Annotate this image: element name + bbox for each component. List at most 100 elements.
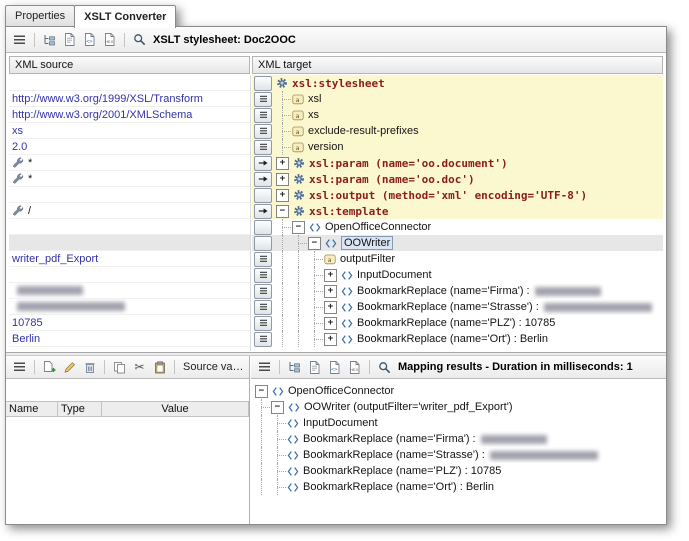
menu-icon[interactable] [256,359,273,376]
target-row[interactable]: +BookmarkReplace (name='Ort') : Berlin [252,331,663,347]
source-row[interactable] [9,299,250,315]
tab-properties[interactable]: Properties [5,5,75,26]
tree-node-label[interactable]: BookmarkReplace (name='PLZ') : 10785 [303,465,501,477]
source-row[interactable]: http://www.w3.org/2001/XMLSchema [9,107,250,123]
result-row[interactable]: BookmarkReplace (name='Strasse') : [255,447,663,463]
tree-node-label[interactable]: BookmarkReplace (name='Ort') : Berlin [357,333,548,345]
menu-icon[interactable] [11,359,28,376]
tree-icon[interactable] [286,359,303,376]
result-row[interactable]: BookmarkReplace (name='Firma') : [255,431,663,447]
target-row[interactable]: + xsl:output (method='xml' encoding='UTF-… [252,187,663,203]
target-row[interactable]: xsl:stylesheet [252,75,663,91]
tree-node-label[interactable]: exclude-result-prefixes [308,125,419,137]
mapping-connector-button[interactable] [254,220,272,235]
target-row[interactable]: + xsl:param (name='oo.doc') [252,171,663,187]
tree-icon[interactable] [41,31,58,48]
tree-node-label[interactable]: xsl:output (method='xml' encoding='UTF-8… [309,189,587,202]
column-header-name[interactable]: Name [6,402,58,416]
mapping-connector-button[interactable] [254,316,272,331]
mapping-connector-button[interactable] [254,92,272,107]
mapping-connector-button[interactable] [254,300,272,315]
tree-expander[interactable]: + [276,157,289,170]
paste-icon[interactable] [151,359,168,376]
source-row[interactable]: 10785 [9,315,250,331]
result-row[interactable]: − OpenOfficeConnector [255,383,663,399]
target-row[interactable]: axs [252,107,663,123]
tab-xslt-converter[interactable]: XSLT Converter [74,5,176,28]
source-row[interactable]: xs [9,123,250,139]
tree-node-label[interactable]: xsl:param (name='oo.doc') [309,173,475,186]
search-icon[interactable] [131,31,148,48]
source-row[interactable]: * [9,155,250,171]
tree-node-label[interactable]: xs [308,109,319,121]
source-row[interactable] [9,235,250,251]
tree-node-label[interactable]: InputDocument [357,269,432,281]
copy-icon[interactable] [111,359,128,376]
tree-node-label[interactable]: OpenOfficeConnector [288,385,394,397]
panel-divider[interactable] [250,75,251,351]
tree-node-label[interactable]: OOWriter [341,236,393,250]
tree-expander[interactable]: + [324,269,337,282]
target-row[interactable]: −xsl:template [252,203,663,219]
tree-expander[interactable]: + [324,285,337,298]
mapping-connector-button[interactable] [254,124,272,139]
source-row[interactable]: Berlin [9,331,250,347]
tree-expander[interactable]: − [292,221,305,234]
mapping-connector-button[interactable] [254,332,272,347]
tree-node-label[interactable]: OpenOfficeConnector [325,221,431,233]
source-row[interactable] [9,187,250,203]
mapping-connector-button[interactable] [254,268,272,283]
tree-expander[interactable]: + [276,189,289,202]
column-header-type[interactable]: Type [58,402,102,416]
target-row[interactable]: + BookmarkReplace (name='Strasse') : [252,299,663,315]
target-row[interactable]: + InputDocument [252,267,663,283]
source-row[interactable] [9,283,250,299]
doc-text-icon[interactable] [61,31,78,48]
mapping-connector-button[interactable] [254,236,272,251]
edit-icon[interactable] [61,359,78,376]
mapping-connector-button[interactable] [254,284,272,299]
source-row[interactable]: * [9,171,250,187]
mapping-connector-button[interactable] [254,156,272,171]
result-row[interactable]: InputDocument [255,415,663,431]
tree-expander[interactable]: + [324,301,337,314]
tree-node-label[interactable]: BookmarkReplace (name='Firma') : [303,433,476,445]
tree-expander[interactable]: − [255,385,268,398]
result-row[interactable]: BookmarkReplace (name='PLZ') : 10785 [255,463,663,479]
tree-node-label[interactable]: BookmarkReplace (name='Strasse') : [357,301,539,313]
tree-node-label[interactable]: BookmarkReplace (name='Ort') : Berlin [303,481,494,493]
menu-icon[interactable] [11,31,28,48]
tree-node-label[interactable]: outputFilter [340,253,395,265]
mapping-connector-button[interactable] [254,252,272,267]
tree-expander[interactable]: − [271,401,284,414]
tree-node-label[interactable]: xsl:param (name='oo.document') [309,157,508,170]
tree-node-label[interactable]: xsl [308,93,321,105]
tree-expander[interactable]: − [308,237,321,250]
mapping-connector-button[interactable] [254,172,272,187]
target-row[interactable]: axsl [252,91,663,107]
target-row[interactable]: aexclude-result-prefixes [252,123,663,139]
source-row[interactable]: / [9,203,250,219]
doc-hex-icon[interactable]: HEX [101,31,118,48]
tree-node-label[interactable]: BookmarkReplace (name='Strasse') : [303,449,485,461]
mapping-connector-button[interactable] [254,108,272,123]
result-row[interactable]: −OOWriter (outputFilter='writer_pdf_Expo… [255,399,663,415]
tree-node-label[interactable]: BookmarkReplace (name='PLZ') : 10785 [357,317,555,329]
doc-text-icon[interactable] [306,359,323,376]
tree-node-label[interactable]: xsl:stylesheet [292,77,385,90]
doc-xml-icon[interactable]: <> [326,359,343,376]
delete-icon[interactable] [81,359,98,376]
source-row[interactable] [9,267,250,283]
tree-expander[interactable]: + [276,173,289,186]
doc-xml-icon[interactable]: <> [81,31,98,48]
source-row[interactable]: http://www.w3.org/1999/XSL/Transform [9,91,250,107]
mapping-connector-button[interactable] [254,204,272,219]
tree-node-label[interactable]: version [308,141,343,153]
source-row[interactable] [9,219,250,235]
column-header-value[interactable]: Value [102,402,249,416]
tree-node-label[interactable]: BookmarkReplace (name='Firma') : [357,285,530,297]
tree-expander[interactable]: − [276,205,289,218]
target-row[interactable]: +BookmarkReplace (name='PLZ') : 10785 [252,315,663,331]
new-doc-icon[interactable] [41,359,58,376]
target-row[interactable]: − OOWriter [252,235,663,251]
